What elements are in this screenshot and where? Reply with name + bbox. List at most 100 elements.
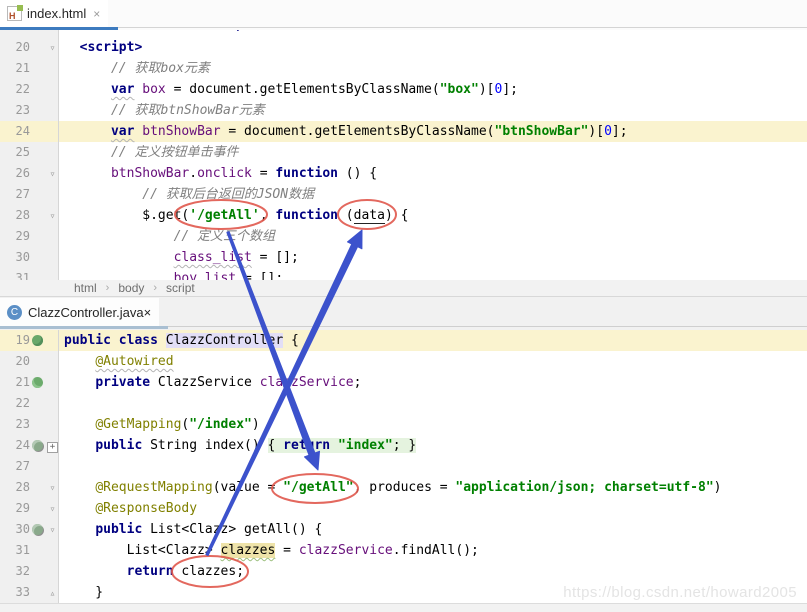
gutter-icon-slot xyxy=(30,100,47,121)
code-text[interactable]: List<Clazz> clazzes = clazzService.findA… xyxy=(59,540,807,561)
code-line-html-27: 27 // 获取后台返回的JSON数据 xyxy=(0,184,807,205)
gutter: 33 ▵ xyxy=(0,582,59,603)
editor-index-html: 19 <div class="box"></div>20▿ <script>21… xyxy=(0,30,807,280)
fold-marker-minus[interactable]: ▿ xyxy=(49,499,55,520)
gutter-icon-slot xyxy=(30,372,47,393)
fold-slot: ▵ xyxy=(47,582,58,603)
line-number: 21 xyxy=(0,372,30,393)
code-text[interactable]: @RequestMapping(value = "/getAll", produ… xyxy=(59,477,807,498)
gutter: 28 ▿ xyxy=(0,477,59,498)
gutter-icon-slot xyxy=(30,205,47,226)
line-number: 19 xyxy=(0,330,30,351)
line-number: 20 xyxy=(0,37,30,58)
close-icon[interactable]: × xyxy=(93,8,100,20)
gutter: 23 xyxy=(0,100,59,121)
gutter-icon-slot xyxy=(30,79,47,100)
code-line-java-19: 19 public class ClazzController { xyxy=(0,330,807,351)
fold-slot xyxy=(47,456,58,477)
code-text[interactable]: class_list = []; xyxy=(59,247,807,268)
mapping-icon[interactable] xyxy=(32,524,43,535)
fold-slot xyxy=(47,121,58,142)
fold-slot xyxy=(47,226,58,247)
code-text[interactable]: boy_list = []; xyxy=(59,268,807,280)
gutter-icon-slot xyxy=(30,351,47,372)
code-line-html-26: 26▿ btnShowBar.onclick = function () { xyxy=(0,163,807,184)
tab-index-html[interactable]: H index.html × xyxy=(0,0,108,27)
code-text[interactable]: public String index() { return "index"; … xyxy=(59,435,807,456)
fold-slot xyxy=(47,100,58,121)
breadcrumb-separator: › xyxy=(153,282,157,294)
code-text[interactable]: // 获取后台返回的JSON数据 xyxy=(59,184,807,205)
fold-marker-minus[interactable]: ▿ xyxy=(49,164,55,185)
code-text[interactable]: public class ClazzController { xyxy=(59,330,807,351)
breadcrumb: html › body › script xyxy=(0,280,807,297)
code-text[interactable]: var box = document.getElementsByClassNam… xyxy=(59,79,807,100)
code-text[interactable]: @ResponseBody xyxy=(59,498,807,519)
html-file-icon: H xyxy=(7,6,22,21)
code-text[interactable]: private ClazzService clazzService; xyxy=(59,372,807,393)
code-text[interactable]: <script> xyxy=(59,37,807,58)
gutter: 21 xyxy=(0,58,59,79)
gutter: 29 xyxy=(0,226,59,247)
code-text[interactable] xyxy=(59,393,807,414)
inactive-tab-underline xyxy=(0,326,168,329)
gutter-icon-slot xyxy=(30,582,47,603)
autowired-icon[interactable] xyxy=(32,377,43,388)
line-number: 20 xyxy=(0,351,30,372)
gutter: 22 xyxy=(0,393,59,414)
code-text[interactable]: // 定义三个数组 xyxy=(59,226,807,247)
code-text[interactable]: public List<Clazz> getAll() { xyxy=(59,519,807,540)
fold-marker-up[interactable]: ▵ xyxy=(49,583,55,604)
breadcrumb-item-body[interactable]: body xyxy=(118,281,144,295)
fold-slot xyxy=(47,540,58,561)
gutter: 26▿ xyxy=(0,163,59,184)
fold-slot xyxy=(47,330,58,351)
line-number: 30 xyxy=(0,519,30,540)
code-text[interactable]: // 获取btnShowBar元素 xyxy=(59,100,807,121)
line-number: 24 xyxy=(0,435,30,456)
breadcrumb-item-script[interactable]: script xyxy=(166,281,195,295)
breadcrumb-item-html[interactable]: html xyxy=(74,281,97,295)
bottom-tab-bar: C ClazzController.java × xyxy=(0,297,807,330)
code-text[interactable]: var btnShowBar = document.getElementsByC… xyxy=(59,121,807,142)
tab-bar-divider xyxy=(0,27,807,28)
fold-marker-minus[interactable]: ▿ xyxy=(49,520,55,541)
fold-marker-minus[interactable]: ▿ xyxy=(49,206,55,227)
mapping-icon[interactable] xyxy=(32,440,43,451)
code-line-java-23: 23 @GetMapping("/index") xyxy=(0,414,807,435)
fold-slot xyxy=(47,79,58,100)
fold-slot xyxy=(47,372,58,393)
code-text[interactable]: @Autowired xyxy=(59,351,807,372)
code-text[interactable] xyxy=(59,456,807,477)
code-text[interactable]: btnShowBar.onclick = function () { xyxy=(59,163,807,184)
code-text[interactable]: return clazzes; xyxy=(59,561,807,582)
code-line-java-24: 24 + public String index() { return "inde… xyxy=(0,435,807,456)
close-icon[interactable]: × xyxy=(144,305,152,320)
gutter-icon-slot xyxy=(30,37,47,58)
gutter: 31 xyxy=(0,268,59,280)
code-text[interactable]: @GetMapping("/index") xyxy=(59,414,807,435)
line-number: 33 xyxy=(0,582,30,603)
gutter-icon-slot xyxy=(30,226,47,247)
line-number: 23 xyxy=(0,414,30,435)
bean-icon[interactable] xyxy=(32,335,43,346)
tab-clazzcontroller-java[interactable]: C ClazzController.java × xyxy=(0,298,159,326)
code-text[interactable]: $.get('/getAll', function (data) { xyxy=(59,205,807,226)
line-number: 28 xyxy=(0,477,30,498)
code-text[interactable]: <div class="box"></div> xyxy=(59,30,807,37)
gutter-icon-slot xyxy=(30,30,47,37)
java-class-icon: C xyxy=(7,305,22,320)
code-line-html-24: 24 var btnShowBar = document.getElements… xyxy=(0,121,807,142)
fold-marker-minus[interactable]: ▿ xyxy=(49,478,55,499)
fold-marker-plus[interactable]: + xyxy=(47,442,58,453)
code-text[interactable]: // 定义按钮单击事件 xyxy=(59,142,807,163)
fold-marker-minus[interactable]: ▿ xyxy=(49,38,55,59)
breadcrumb-separator: › xyxy=(106,282,110,294)
line-number: 22 xyxy=(0,393,30,414)
code-line-java-31: 31 List<Clazz> clazzes = clazzService.fi… xyxy=(0,540,807,561)
code-line-java-28: 28 ▿ @RequestMapping(value = "/getAll", p… xyxy=(0,477,807,498)
code-text[interactable]: // 获取box元素 xyxy=(59,58,807,79)
watermark: https://blog.csdn.net/howard2005 xyxy=(563,584,797,601)
fold-slot xyxy=(47,58,58,79)
gutter-icon-slot xyxy=(30,498,47,519)
